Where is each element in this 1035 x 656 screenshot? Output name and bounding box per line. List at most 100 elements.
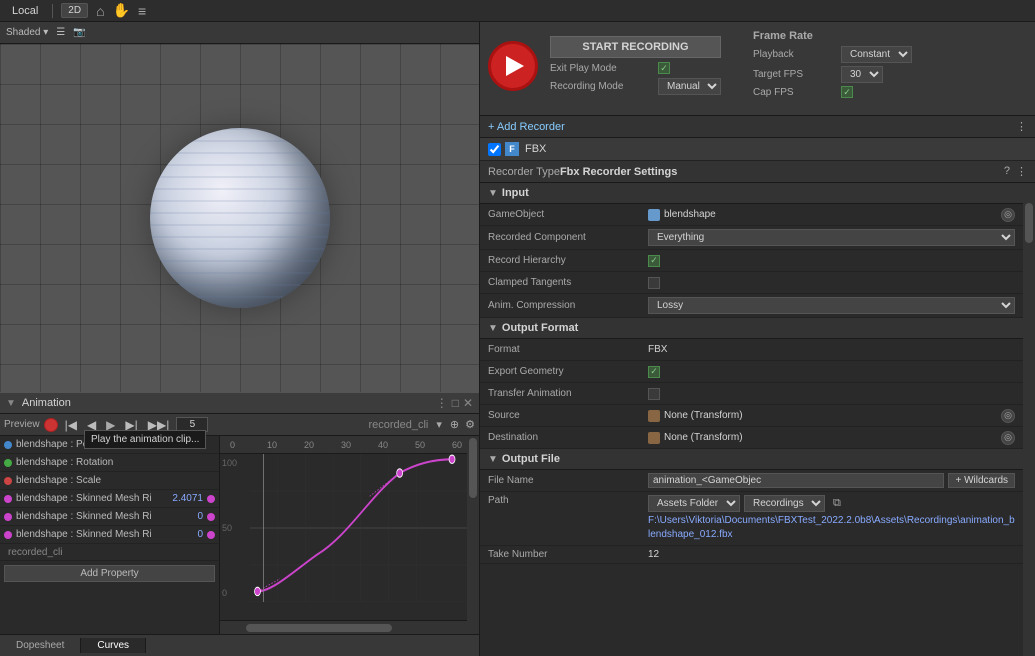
transfer-animation-check[interactable] xyxy=(648,388,660,400)
transfer-animation-field: Transfer Animation xyxy=(480,383,1023,405)
clip-add-icon[interactable]: ⊕ xyxy=(450,418,459,431)
animation-timeline: 0 10 20 30 40 50 60 70 80 100 50 xyxy=(220,436,467,634)
anim-compression-select[interactable]: Lossy xyxy=(648,297,1015,314)
clip-arrow-icon[interactable]: ▾ xyxy=(436,418,442,431)
recorder-checkbox[interactable] xyxy=(488,143,501,156)
add-property-button[interactable]: Add Property xyxy=(4,565,215,582)
format-value: FBX xyxy=(648,344,1015,355)
animation-track-3: blendshape : Skinned Mesh Ri 2.4071 xyxy=(0,490,219,508)
take-number-text: 12 xyxy=(648,549,659,560)
track-name-2: blendshape : Scale xyxy=(16,475,215,486)
file-name-input[interactable]: animation_<GameObjec xyxy=(648,473,944,488)
preview-label: Preview xyxy=(4,419,40,430)
path-subfolder-select[interactable]: Recordings xyxy=(744,495,825,512)
vp-wireframe-btn[interactable]: ☰ xyxy=(56,27,65,38)
recorder-list-options-icon[interactable]: ⋮ xyxy=(1016,120,1027,133)
destination-select-btn[interactable]: ◎ xyxy=(1001,431,1015,445)
prev-frame-button[interactable]: ◀ xyxy=(84,419,99,431)
track-name-3: blendshape : Skinned Mesh Ri xyxy=(16,493,159,504)
settings-menu-icon[interactable]: ⋮ xyxy=(1016,165,1027,178)
frame-input[interactable]: 5 xyxy=(176,417,208,432)
clip-name-text: recorded_cli xyxy=(4,545,66,560)
output-format-section-header[interactable]: ▼ Output Format xyxy=(480,318,1023,339)
recorded-component-select[interactable]: Everything xyxy=(648,229,1015,246)
record-button[interactable] xyxy=(44,418,58,432)
recorder-top: START RECORDING Exit Play Mode ✓ Recordi… xyxy=(480,22,1035,116)
export-geometry-check[interactable]: ✓ xyxy=(648,366,660,378)
help-icon[interactable]: ? xyxy=(1004,165,1010,178)
source-select-btn[interactable]: ◎ xyxy=(1001,409,1015,423)
add-recorder-button[interactable]: + Add Recorder xyxy=(488,121,565,133)
tab-dopesheet[interactable]: Dopesheet xyxy=(0,638,81,653)
timeline-hscroll[interactable] xyxy=(220,620,467,634)
panel-close-icon[interactable]: ✕ xyxy=(463,396,473,410)
track-keyframe-dot-5[interactable] xyxy=(207,531,215,539)
record-controls: START RECORDING Exit Play Mode ✓ Recordi… xyxy=(550,36,721,95)
local-dropdown[interactable]: Local xyxy=(6,3,44,19)
y-0: 0 xyxy=(222,588,248,598)
right-scrollbar[interactable] xyxy=(1023,183,1035,656)
ruler-mark-30: 30 xyxy=(341,440,351,450)
recorded-component-label: Recorded Component xyxy=(488,232,648,243)
playback-select[interactable]: Constant xyxy=(841,46,912,63)
skip-start-button[interactable]: |◀ xyxy=(62,419,80,431)
cap-fps-check[interactable]: ✓ xyxy=(841,86,853,98)
vp-camera-btn[interactable]: 📷 xyxy=(73,27,85,38)
track-keyframe-dot-3[interactable] xyxy=(207,495,215,503)
gameobject-select-btn[interactable]: ◎ xyxy=(1001,208,1015,222)
destination-obj-icon xyxy=(648,432,660,444)
divider-1 xyxy=(52,4,53,18)
animation-tracks: blendshape : Positionblendshape : Rotati… xyxy=(0,436,220,634)
next-frame-button[interactable]: ▶| xyxy=(122,419,140,431)
target-fps-select[interactable]: 30 xyxy=(841,66,883,83)
panel-maximize-icon[interactable]: □ xyxy=(452,396,459,410)
recorder-top-row: START RECORDING Exit Play Mode ✓ Recordi… xyxy=(488,30,1027,101)
path-open-button[interactable]: ⧉ xyxy=(833,497,841,510)
panel-options-icon[interactable]: ⋮ xyxy=(436,396,448,410)
clip-settings-icon[interactable]: ⚙ xyxy=(465,418,475,431)
source-label: Source xyxy=(488,410,648,421)
frame-rate-label: Frame Rate xyxy=(753,30,912,42)
path-folder-select[interactable]: Assets Folder xyxy=(648,495,740,512)
vp-shading-btn[interactable]: Shaded ▾ xyxy=(6,27,48,38)
animation-track-0: blendshape : Position xyxy=(0,436,219,454)
record-hierarchy-check[interactable]: ✓ xyxy=(648,255,660,267)
settings-icons: ? ⋮ xyxy=(1004,165,1027,178)
file-name-label: File Name xyxy=(488,475,648,486)
input-section-header[interactable]: ▼ Input xyxy=(480,183,1023,204)
recording-mode-select[interactable]: Manual xyxy=(658,78,721,95)
layers-icon[interactable]: ≡ xyxy=(138,3,146,19)
fbx-icon: F xyxy=(505,142,519,156)
ruler-mark-50: 50 xyxy=(415,440,425,450)
exit-play-mode-check[interactable]: ✓ xyxy=(658,62,670,74)
export-geometry-label: Export Geometry xyxy=(488,366,648,377)
output-file-section-header[interactable]: ▼ Output File xyxy=(480,449,1023,470)
clip-selector[interactable]: recorded_cli xyxy=(368,419,428,431)
recorded-component-value: Everything xyxy=(648,229,1015,246)
right-scroll-thumb[interactable] xyxy=(1025,203,1033,243)
recorder-list-item[interactable]: F FBX xyxy=(480,138,1035,161)
wildcards-button[interactable]: + Wildcards xyxy=(948,473,1015,488)
anim-vscroll-thumb[interactable] xyxy=(469,438,477,498)
clamped-tangents-check[interactable] xyxy=(648,277,660,289)
destination-obj-name: None (Transform) xyxy=(664,432,743,443)
track-value-3: 2.4071 xyxy=(163,493,203,504)
animation-track-1: blendshape : Rotation xyxy=(0,454,219,472)
ruler-mark-20: 20 xyxy=(304,440,314,450)
home-icon[interactable]: ⌂ xyxy=(96,3,104,19)
recording-mode-row: Recording Mode Manual xyxy=(550,78,721,95)
anim-panel-collapse-icon[interactable]: ▼ xyxy=(6,398,16,409)
track-keyframe-dot-4[interactable] xyxy=(207,513,215,521)
anim-compression-label: Anim. Compression xyxy=(488,300,648,311)
start-recording-button[interactable]: START RECORDING xyxy=(550,36,721,58)
track-icon-1 xyxy=(4,459,12,467)
play-button[interactable]: ▶ xyxy=(103,419,118,431)
tab-curves[interactable]: Curves xyxy=(81,638,146,653)
track-icon-3 xyxy=(4,495,12,503)
hscroll-thumb[interactable] xyxy=(246,624,392,632)
play-record-button[interactable] xyxy=(488,41,538,91)
skip-end-button[interactable]: ▶▶| xyxy=(145,419,173,431)
mode-2d-button[interactable]: 2D xyxy=(61,3,88,18)
hand-icon[interactable]: ✋ xyxy=(113,2,130,19)
anim-vscroll[interactable] xyxy=(467,436,479,634)
